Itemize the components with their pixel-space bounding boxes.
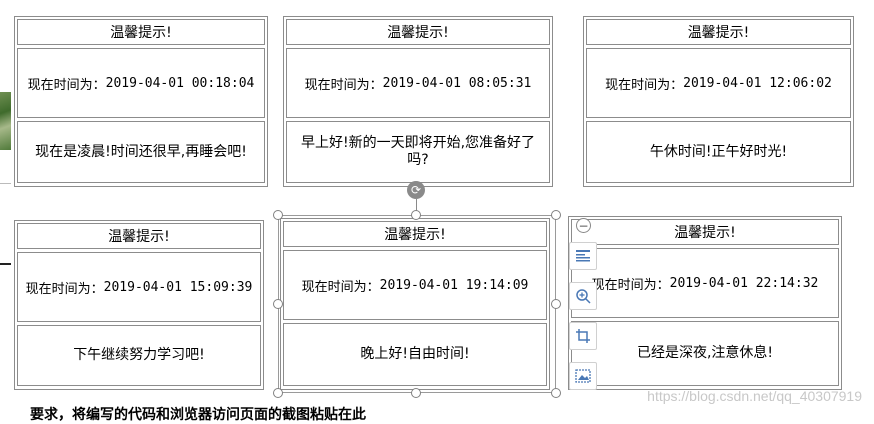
time-label: 现在时间为： xyxy=(605,77,684,93)
card-message: 早上好!新的一天即将开始,您准备好了吗? xyxy=(286,121,550,183)
time-label: 现在时间为： xyxy=(591,277,670,293)
zoom-in-icon[interactable] xyxy=(569,282,597,310)
resize-handle-e[interactable] xyxy=(551,299,561,309)
reminder-card-2[interactable]: 温馨提示! 现在时间为： 2019-04-01 08:05:31 早上好!新的一… xyxy=(283,16,553,187)
time-value: 2019-04-01 08:05:31 xyxy=(382,75,532,91)
layout-icon[interactable] xyxy=(569,242,597,270)
time-value: 2019-04-01 12:06:02 xyxy=(683,75,832,91)
divider xyxy=(0,183,11,184)
card-time: 现在时间为： 2019-04-01 08:05:31 xyxy=(286,48,550,118)
time-label: 现在时间为： xyxy=(27,77,106,93)
reminder-card-4[interactable]: 温馨提示! 现在时间为： 2019-04-01 15:09:39 下午继续努力学… xyxy=(14,220,264,390)
divider xyxy=(0,263,11,265)
resize-handle-sw[interactable] xyxy=(273,388,283,398)
time-label: 现在时间为： xyxy=(301,279,380,295)
card-title: 温馨提示! xyxy=(17,19,265,45)
card-title: 温馨提示! xyxy=(17,223,261,249)
reminder-card-3[interactable]: 温馨提示! 现在时间为： 2019-04-01 12:06:02 午休时间!正午… xyxy=(583,16,854,187)
crop-icon[interactable] xyxy=(569,322,597,350)
watermark: https://blog.csdn.net/qq_40307919 xyxy=(647,388,862,404)
resize-handle-ne[interactable] xyxy=(551,210,561,220)
thumbnail-image[interactable] xyxy=(0,92,11,150)
time-value: 2019-04-01 19:14:09 xyxy=(379,277,529,293)
card-time: 现在时间为： 2019-04-01 19:14:09 xyxy=(283,250,547,320)
reminder-card-5[interactable]: 温馨提示! 现在时间为： 2019-04-01 19:14:09 晚上好!自由时… xyxy=(280,218,550,390)
card-title: 温馨提示! xyxy=(586,19,851,45)
card-time: 现在时间为： 2019-04-01 00:18:04 xyxy=(17,48,265,118)
left-panel-strip xyxy=(0,0,14,415)
resize-handle-nw[interactable] xyxy=(273,210,283,220)
time-label: 现在时间为： xyxy=(25,281,104,297)
card-message: 已经是深夜,注意休息! xyxy=(571,321,839,386)
image-icon[interactable] xyxy=(569,362,597,390)
time-value: 2019-04-01 00:18:04 xyxy=(105,75,255,91)
instruction-text: 要求，将编写的代码和浏览器访问页面的截图粘贴在此 xyxy=(30,407,366,423)
card-time: 现在时间为： 2019-04-01 22:14:32 xyxy=(571,248,839,318)
resize-handle-n[interactable] xyxy=(411,210,421,220)
card-message: 现在是凌晨!时间还很早,再睡会吧! xyxy=(17,121,265,183)
time-value: 2019-04-01 15:09:39 xyxy=(103,279,253,295)
reminder-card-6[interactable]: 温馨提示! 现在时间为： 2019-04-01 22:14:32 已经是深夜,注… xyxy=(568,216,842,390)
resize-handle-s[interactable] xyxy=(411,388,421,398)
rotate-handle-icon[interactable]: ⟳ xyxy=(407,181,425,199)
resize-handle-w[interactable] xyxy=(273,299,283,309)
card-message: 下午继续努力学习吧! xyxy=(17,325,261,386)
card-title: 温馨提示! xyxy=(283,221,547,247)
card-message: 晚上好!自由时间! xyxy=(283,323,547,386)
card-title: 温馨提示! xyxy=(571,219,839,245)
reminder-card-1[interactable]: 温馨提示! 现在时间为： 2019-04-01 00:18:04 现在是凌晨!时… xyxy=(14,16,268,187)
card-time: 现在时间为： 2019-04-01 15:09:39 xyxy=(17,252,261,322)
card-message: 午休时间!正午好时光! xyxy=(586,121,851,183)
time-label: 现在时间为： xyxy=(304,77,383,93)
image-toolbar xyxy=(569,214,599,394)
time-value: 2019-04-01 22:14:32 xyxy=(669,275,819,291)
resize-handle-se[interactable] xyxy=(551,388,561,398)
card-time: 现在时间为： 2019-04-01 12:06:02 xyxy=(586,48,851,118)
card-title: 温馨提示! xyxy=(286,19,550,45)
